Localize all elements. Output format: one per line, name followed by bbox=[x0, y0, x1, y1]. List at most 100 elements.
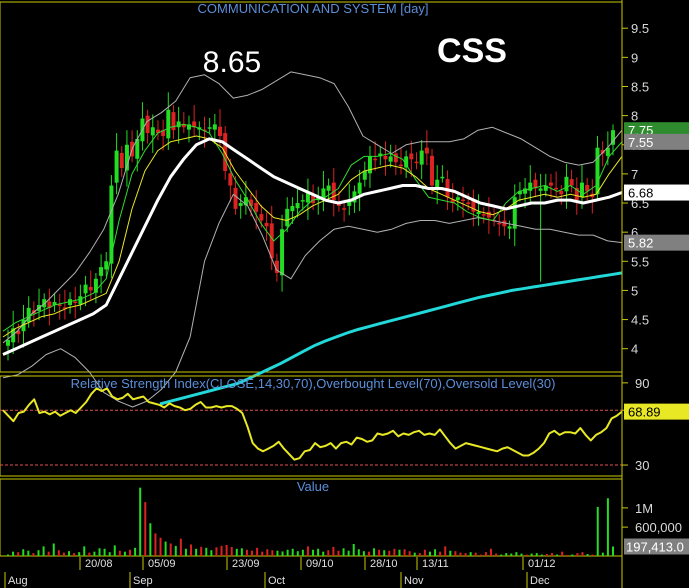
volume-bar bbox=[98, 548, 101, 556]
series-ma_mid bbox=[2, 135, 623, 338]
volume-bar bbox=[200, 546, 203, 556]
volume-bar bbox=[566, 555, 569, 557]
price-badge-label: 6.68 bbox=[628, 186, 653, 201]
candle-body bbox=[342, 208, 347, 210]
rsi-title: Relative Strength Index(CLOSE,14,30,70),… bbox=[71, 376, 556, 391]
volume-bar bbox=[83, 546, 86, 556]
volume-bar bbox=[378, 549, 381, 556]
candle-body bbox=[507, 226, 512, 229]
candle-body bbox=[466, 202, 471, 204]
candle-body bbox=[83, 284, 88, 294]
candle-body bbox=[595, 147, 600, 195]
volume-bar bbox=[362, 551, 365, 556]
candle-body bbox=[424, 147, 429, 154]
candle-body bbox=[548, 182, 553, 186]
stock-chart: 9.598.587.576.565.554.547.757.556.685.82… bbox=[0, 0, 689, 588]
candle-body bbox=[398, 164, 403, 167]
volume-bar bbox=[88, 552, 91, 556]
candle-body bbox=[388, 156, 393, 162]
volume-bar bbox=[164, 541, 167, 556]
volume-bar bbox=[434, 549, 437, 556]
candle-body bbox=[393, 153, 398, 163]
peak-annotation: 8.65 bbox=[203, 46, 261, 79]
candle-body bbox=[538, 188, 543, 191]
volume-bar bbox=[525, 554, 528, 556]
volume-bar bbox=[444, 546, 447, 556]
date-label: 28/10 bbox=[370, 558, 398, 570]
candle-body bbox=[440, 176, 445, 179]
candle-body bbox=[145, 115, 150, 134]
candle-body bbox=[559, 190, 564, 195]
volume-bar bbox=[505, 553, 508, 556]
volume-bar bbox=[367, 551, 370, 556]
volume-bar bbox=[47, 551, 50, 556]
volume-bar bbox=[383, 550, 386, 556]
volume-bar bbox=[169, 543, 172, 556]
y-tick-label: 9.5 bbox=[631, 21, 649, 36]
volume-bar bbox=[479, 554, 482, 556]
candle-body bbox=[383, 155, 388, 160]
volume-bar bbox=[123, 551, 126, 556]
y-tick-label: 8.5 bbox=[631, 79, 649, 94]
volume-bar bbox=[113, 545, 116, 556]
month-label: Oct bbox=[268, 575, 285, 587]
volume-bar bbox=[469, 552, 472, 556]
candle-body bbox=[362, 170, 367, 180]
volume-bar bbox=[215, 547, 218, 556]
volume-bar bbox=[474, 552, 477, 556]
volume-bar bbox=[510, 553, 513, 556]
month-label: Dec bbox=[530, 575, 550, 587]
volume-bar bbox=[225, 544, 228, 556]
volume-bar bbox=[423, 549, 426, 556]
candle-body bbox=[228, 173, 233, 186]
y-tick-label: 90 bbox=[635, 376, 649, 391]
volume-bar bbox=[57, 550, 60, 556]
volume-bar bbox=[459, 552, 462, 556]
candle-body bbox=[373, 158, 378, 161]
volume-bar bbox=[312, 549, 315, 556]
volume-bar bbox=[73, 553, 76, 556]
volume-bar bbox=[464, 553, 467, 556]
volume-bar bbox=[195, 548, 198, 556]
volume-bar bbox=[388, 550, 391, 556]
volume-bar bbox=[159, 537, 162, 556]
volume-bar bbox=[337, 550, 340, 556]
candle-body bbox=[6, 339, 10, 346]
candle-body bbox=[88, 286, 93, 291]
volume-bar bbox=[271, 550, 274, 556]
volume-bar bbox=[576, 553, 579, 556]
volume-bar bbox=[154, 533, 157, 556]
y-tick-label: 600,000 bbox=[635, 520, 682, 535]
volume-bar bbox=[240, 548, 243, 556]
volume-bar bbox=[93, 551, 96, 556]
candle-body bbox=[280, 229, 285, 276]
volume-bar bbox=[428, 551, 431, 556]
candle-body bbox=[109, 185, 114, 264]
candle-body bbox=[554, 187, 559, 190]
volume-bar bbox=[317, 548, 320, 556]
y-tick-label: 5 bbox=[631, 283, 638, 298]
volume-bar bbox=[245, 549, 248, 556]
candle-body bbox=[326, 185, 331, 191]
volume-bar bbox=[37, 550, 40, 556]
volume-bar bbox=[454, 551, 457, 556]
volume-bar bbox=[276, 550, 279, 556]
volume-bar bbox=[286, 549, 289, 556]
candle-body bbox=[579, 182, 584, 198]
volume-bar bbox=[68, 551, 71, 556]
volume-bar bbox=[281, 551, 284, 556]
date-label: 23/09 bbox=[232, 558, 260, 570]
y-tick-label: 4.5 bbox=[631, 313, 649, 328]
volume-bar bbox=[32, 553, 35, 556]
volume-bar bbox=[139, 487, 142, 556]
volume-bar bbox=[251, 550, 254, 556]
volume-bar bbox=[118, 550, 121, 556]
price-badge-label: 5.82 bbox=[628, 236, 653, 251]
candle-body bbox=[238, 203, 243, 206]
candle-body bbox=[218, 126, 223, 137]
candle-body bbox=[414, 161, 419, 164]
month-label: Nov bbox=[404, 575, 424, 587]
symbol-label: CSS bbox=[437, 32, 507, 70]
volume-bar bbox=[27, 550, 30, 556]
candle-body bbox=[367, 156, 372, 174]
